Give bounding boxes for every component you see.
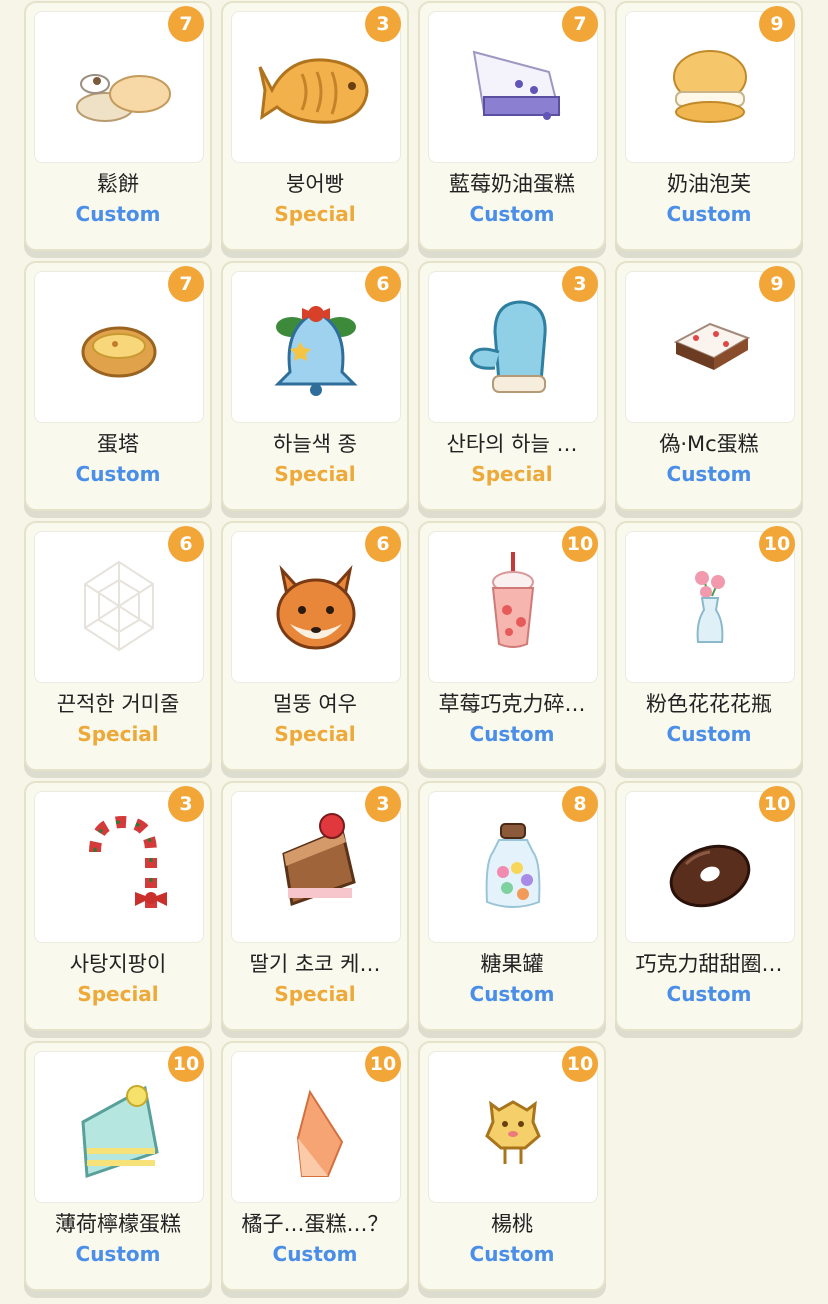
item-tag: Special [274, 722, 356, 746]
item-card[interactable]: 10 楊桃 Custom [418, 1041, 606, 1291]
item-tag: Custom [666, 462, 752, 486]
item-tag: Custom [469, 722, 555, 746]
item-card[interactable]: 9 偽·Mc蛋糕 Custom [615, 261, 803, 511]
count-badge: 7 [168, 266, 204, 302]
item-card[interactable]: 3 딸기 초코 케… Special [221, 781, 409, 1031]
count-badge: 3 [562, 266, 598, 302]
item-card[interactable]: 9 奶油泡芙 Custom [615, 1, 803, 251]
item-card[interactable]: 10 草莓巧克力碎… Custom [418, 521, 606, 771]
count-badge: 3 [168, 786, 204, 822]
count-badge: 6 [365, 526, 401, 562]
item-name: 사탕지팡이 [69, 952, 167, 976]
item-card[interactable]: 3 산타의 하늘 … Special [418, 261, 606, 511]
item-name: 蛋塔 [97, 432, 139, 456]
item-name: 橘子…蛋糕…？ [241, 1212, 389, 1236]
item-name: 하늘색 종 [273, 432, 357, 456]
item-tag: Custom [469, 202, 555, 226]
item-name: 산타의 하늘 … [446, 432, 578, 456]
count-badge: 6 [168, 526, 204, 562]
item-card[interactable]: 8 糖果罐 Custom [418, 781, 606, 1031]
item-name: 楊桃 [491, 1212, 533, 1236]
count-badge: 9 [759, 6, 795, 42]
item-tag: Custom [75, 462, 161, 486]
item-name: 巧克力甜甜圈… [635, 952, 783, 976]
item-tag: Custom [666, 722, 752, 746]
item-tag: Custom [666, 982, 752, 1006]
item-tag: Special [77, 982, 159, 1006]
item-name: 草莓巧克力碎… [438, 692, 586, 716]
count-badge: 10 [759, 786, 795, 822]
item-name: 偽·Mc蛋糕 [659, 432, 759, 456]
item-tag: Custom [75, 1242, 161, 1266]
count-badge: 7 [562, 6, 598, 42]
item-card[interactable]: 3 붕어빵 Special [221, 1, 409, 251]
item-tag: Custom [469, 1242, 555, 1266]
item-card[interactable]: 7 藍莓奶油蛋糕 Custom [418, 1, 606, 251]
count-badge: 7 [168, 6, 204, 42]
item-name: 糖果罐 [480, 952, 544, 976]
item-card[interactable]: 3 사탕지팡이 Special [24, 781, 212, 1031]
item-tag: Custom [666, 202, 752, 226]
item-name: 粉色花花花瓶 [646, 692, 772, 716]
count-badge: 10 [562, 1046, 598, 1082]
count-badge: 10 [759, 526, 795, 562]
count-badge: 10 [365, 1046, 401, 1082]
item-tag: Custom [272, 1242, 358, 1266]
item-card[interactable]: 10 橘子…蛋糕…？ Custom [221, 1041, 409, 1291]
item-card[interactable]: 10 巧克力甜甜圈… Custom [615, 781, 803, 1031]
item-card[interactable]: 7 蛋塔 Custom [24, 261, 212, 511]
count-badge: 3 [365, 786, 401, 822]
item-card[interactable]: 6 멀뚱 여우 Special [221, 521, 409, 771]
item-card[interactable]: 10 薄荷檸檬蛋糕 Custom [24, 1041, 212, 1291]
item-card[interactable]: 6 끈적한 거미줄 Special [24, 521, 212, 771]
item-tag: Special [471, 462, 553, 486]
item-tag: Special [274, 982, 356, 1006]
item-name: 鬆餅 [97, 172, 139, 196]
item-name: 奶油泡芙 [667, 172, 751, 196]
item-card[interactable]: 10 粉色花花花瓶 Custom [615, 521, 803, 771]
count-badge: 10 [168, 1046, 204, 1082]
count-badge: 3 [365, 6, 401, 42]
item-name: 붕어빵 [286, 172, 344, 196]
count-badge: 8 [562, 786, 598, 822]
count-badge: 9 [759, 266, 795, 302]
item-name: 끈적한 거미줄 [56, 692, 180, 716]
item-card[interactable]: 6 하늘색 종 Special [221, 261, 409, 511]
item-tag: Special [274, 462, 356, 486]
item-tag: Special [77, 722, 159, 746]
item-tag: Special [274, 202, 356, 226]
item-tag: Custom [469, 982, 555, 1006]
item-grid: 7 鬆餅 Custom 3 붕어빵 Special 7 藍莓奶油蛋糕 Custo… [0, 0, 828, 1304]
item-name: 멀뚱 여우 [273, 692, 357, 716]
item-name: 딸기 초코 케… [249, 952, 381, 976]
item-name: 薄荷檸檬蛋糕 [55, 1212, 181, 1236]
item-tag: Custom [75, 202, 161, 226]
item-card[interactable]: 7 鬆餅 Custom [24, 1, 212, 251]
item-name: 藍莓奶油蛋糕 [449, 172, 575, 196]
count-badge: 6 [365, 266, 401, 302]
count-badge: 10 [562, 526, 598, 562]
